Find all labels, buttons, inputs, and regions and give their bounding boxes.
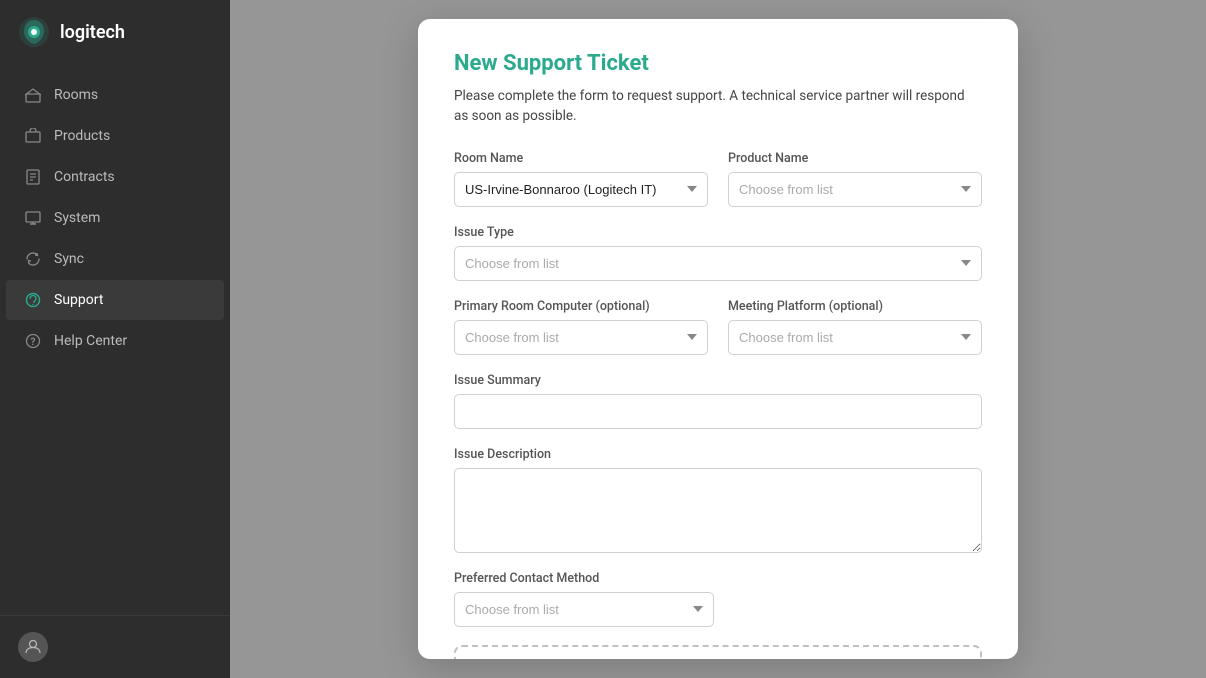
- form-row-5: Issue Description: [454, 447, 982, 553]
- form-row-3: Primary Room Computer (optional) Choose …: [454, 299, 982, 355]
- room-name-group: Room Name US-Irvine-Bonnaroo (Logitech I…: [454, 151, 708, 207]
- sidebar-item-rooms[interactable]: Rooms: [6, 75, 224, 115]
- system-icon: [24, 209, 42, 227]
- rooms-icon: [24, 86, 42, 104]
- sidebar-item-sync-label: Sync: [54, 251, 84, 267]
- support-ticket-modal: New Support Ticket Please complete the f…: [418, 19, 1018, 659]
- sidebar-item-support-label: Support: [54, 292, 103, 308]
- form-row-2: Issue Type Choose from list: [454, 225, 982, 281]
- products-icon: [24, 127, 42, 145]
- form-row-1: Room Name US-Irvine-Bonnaroo (Logitech I…: [454, 151, 982, 207]
- primary-computer-select[interactable]: Choose from list: [454, 320, 708, 355]
- help-icon: ?: [24, 332, 42, 350]
- modal-subtitle: Please complete the form to request supp…: [454, 86, 982, 127]
- svg-text:?: ?: [31, 337, 36, 348]
- sidebar: logitech Rooms Products: [0, 0, 230, 678]
- room-name-label: Room Name: [454, 151, 708, 166]
- sidebar-item-contracts[interactable]: Contracts: [6, 157, 224, 197]
- issue-description-label: Issue Description: [454, 447, 982, 462]
- meeting-platform-label: Meeting Platform (optional): [728, 299, 982, 314]
- sidebar-item-products[interactable]: Products: [6, 116, 224, 156]
- preferred-contact-select[interactable]: Choose from list: [454, 592, 714, 627]
- issue-summary-group: Issue Summary: [454, 373, 982, 429]
- sidebar-item-products-label: Products: [54, 128, 110, 144]
- contracts-icon: [24, 168, 42, 186]
- primary-computer-group: Primary Room Computer (optional) Choose …: [454, 299, 708, 355]
- sidebar-bottom: [0, 615, 230, 678]
- sidebar-item-rooms-label: Rooms: [54, 87, 98, 103]
- main-navigation: Rooms Products Contracts: [0, 64, 230, 615]
- issue-summary-input[interactable]: [454, 394, 982, 429]
- form-row-4: Issue Summary: [454, 373, 982, 429]
- sidebar-item-support[interactable]: Support: [6, 280, 224, 320]
- preferred-contact-label: Preferred Contact Method: [454, 571, 982, 586]
- modal-overlay[interactable]: New Support Ticket Please complete the f…: [230, 0, 1206, 678]
- room-name-select[interactable]: US-Irvine-Bonnaroo (Logitech IT): [454, 172, 708, 207]
- meeting-platform-select[interactable]: Choose from list: [728, 320, 982, 355]
- user-avatar: [18, 632, 48, 662]
- sidebar-item-system[interactable]: System: [6, 198, 224, 238]
- primary-computer-label: Primary Room Computer (optional): [454, 299, 708, 314]
- sidebar-item-contracts-label: Contracts: [54, 169, 115, 185]
- support-icon: [24, 291, 42, 309]
- product-name-label: Product Name: [728, 151, 982, 166]
- sync-icon: [24, 250, 42, 268]
- logo-text: logitech: [60, 22, 125, 43]
- form-row-6: Preferred Contact Method Choose from lis…: [454, 571, 982, 627]
- meeting-platform-group: Meeting Platform (optional) Choose from …: [728, 299, 982, 355]
- product-name-select[interactable]: Choose from list: [728, 172, 982, 207]
- upload-area[interactable]: Upload Files Or drop files: [454, 645, 982, 660]
- sidebar-item-help-label: Help Center: [54, 333, 127, 349]
- issue-summary-label: Issue Summary: [454, 373, 982, 388]
- issue-type-label: Issue Type: [454, 225, 982, 240]
- issue-type-group: Issue Type Choose from list: [454, 225, 982, 281]
- sidebar-item-help[interactable]: ? Help Center: [6, 321, 224, 361]
- modal-title: New Support Ticket: [454, 51, 982, 76]
- logo-area: logitech: [0, 0, 230, 64]
- sidebar-item-system-label: System: [54, 210, 100, 226]
- issue-type-select[interactable]: Choose from list: [454, 246, 982, 281]
- main-content: New Support Ticket Please complete the f…: [230, 0, 1206, 678]
- preferred-contact-group: Preferred Contact Method Choose from lis…: [454, 571, 982, 627]
- issue-description-textarea[interactable]: [454, 468, 982, 553]
- logitech-logo-icon: [18, 16, 50, 48]
- sidebar-item-sync[interactable]: Sync: [6, 239, 224, 279]
- issue-description-group: Issue Description: [454, 447, 982, 553]
- product-name-group: Product Name Choose from list: [728, 151, 982, 207]
